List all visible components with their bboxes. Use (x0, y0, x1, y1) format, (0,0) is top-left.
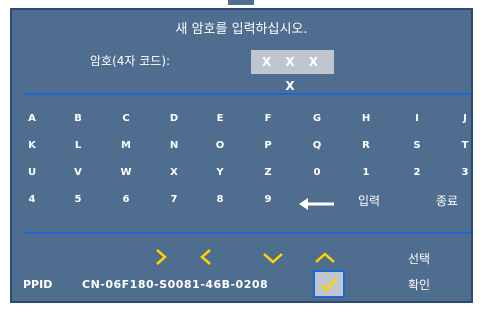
backspace-key[interactable] (299, 196, 335, 210)
key-v[interactable]: V (66, 167, 90, 178)
key-y[interactable]: Y (208, 167, 232, 178)
dialog-title: 새 암호를 입력하십시오. (175, 22, 308, 37)
key-9[interactable]: 9 (256, 194, 280, 205)
key-6[interactable]: 6 (114, 194, 138, 205)
dialog-panel (10, 8, 473, 303)
key-w[interactable]: W (114, 167, 138, 178)
key-x[interactable]: X (162, 167, 186, 178)
key-g[interactable]: G (305, 113, 329, 124)
arrow-up-icon[interactable] (314, 252, 336, 264)
key-z[interactable]: Z (256, 167, 280, 178)
confirm-label: 확인 (408, 278, 431, 292)
key-e[interactable]: E (208, 113, 232, 124)
ppid-value: CN-06F180-S0081-46B-0208 (82, 278, 269, 291)
key-d[interactable]: D (162, 113, 186, 124)
password-field[interactable]: X X X X (251, 50, 334, 93)
key-n[interactable]: N (162, 140, 186, 151)
key-2[interactable]: 2 (405, 167, 429, 178)
ppid-label: PPID (23, 278, 53, 291)
key-8[interactable]: 8 (208, 194, 232, 205)
password-dialog: 새 암호를 입력하십시오. 암호(4자 코드): X X X X A B C D… (0, 0, 483, 312)
left-arrow-icon (299, 198, 334, 210)
key-1[interactable]: 1 (354, 167, 378, 178)
key-q[interactable]: Q (305, 140, 329, 151)
password-label: 암호(4자 코드): (90, 54, 171, 68)
select-label: 선택 (408, 252, 431, 266)
key-o[interactable]: O (208, 140, 232, 151)
enter-key[interactable]: 입력 (351, 192, 387, 209)
arrow-down-icon[interactable] (262, 252, 284, 264)
key-j[interactable]: J (453, 113, 477, 124)
key-s[interactable]: S (405, 140, 429, 151)
exit-key[interactable]: 종료 (429, 192, 465, 209)
top-divider (24, 93, 471, 95)
confirm-button[interactable] (313, 270, 345, 298)
key-a[interactable]: A (20, 113, 44, 124)
key-m[interactable]: M (114, 140, 138, 151)
arrow-right-icon[interactable] (155, 248, 167, 266)
key-i[interactable]: I (405, 113, 429, 124)
key-l[interactable]: L (66, 140, 90, 151)
key-u[interactable]: U (20, 167, 44, 178)
key-f[interactable]: F (256, 113, 280, 124)
bottom-divider (24, 232, 471, 234)
key-c[interactable]: C (114, 113, 138, 124)
key-7[interactable]: 7 (162, 194, 186, 205)
checkmark-icon (321, 277, 337, 292)
dialog-tab (228, 0, 254, 5)
arrow-left-icon[interactable] (200, 248, 212, 266)
key-3[interactable]: 3 (453, 167, 477, 178)
key-4[interactable]: 4 (20, 194, 44, 205)
key-r[interactable]: R (354, 140, 378, 151)
key-b[interactable]: B (66, 113, 90, 124)
key-t[interactable]: T (453, 140, 477, 151)
key-p[interactable]: P (256, 140, 280, 151)
key-h[interactable]: H (354, 113, 378, 124)
key-0[interactable]: 0 (305, 167, 329, 178)
key-5[interactable]: 5 (66, 194, 90, 205)
key-k[interactable]: K (20, 140, 44, 151)
